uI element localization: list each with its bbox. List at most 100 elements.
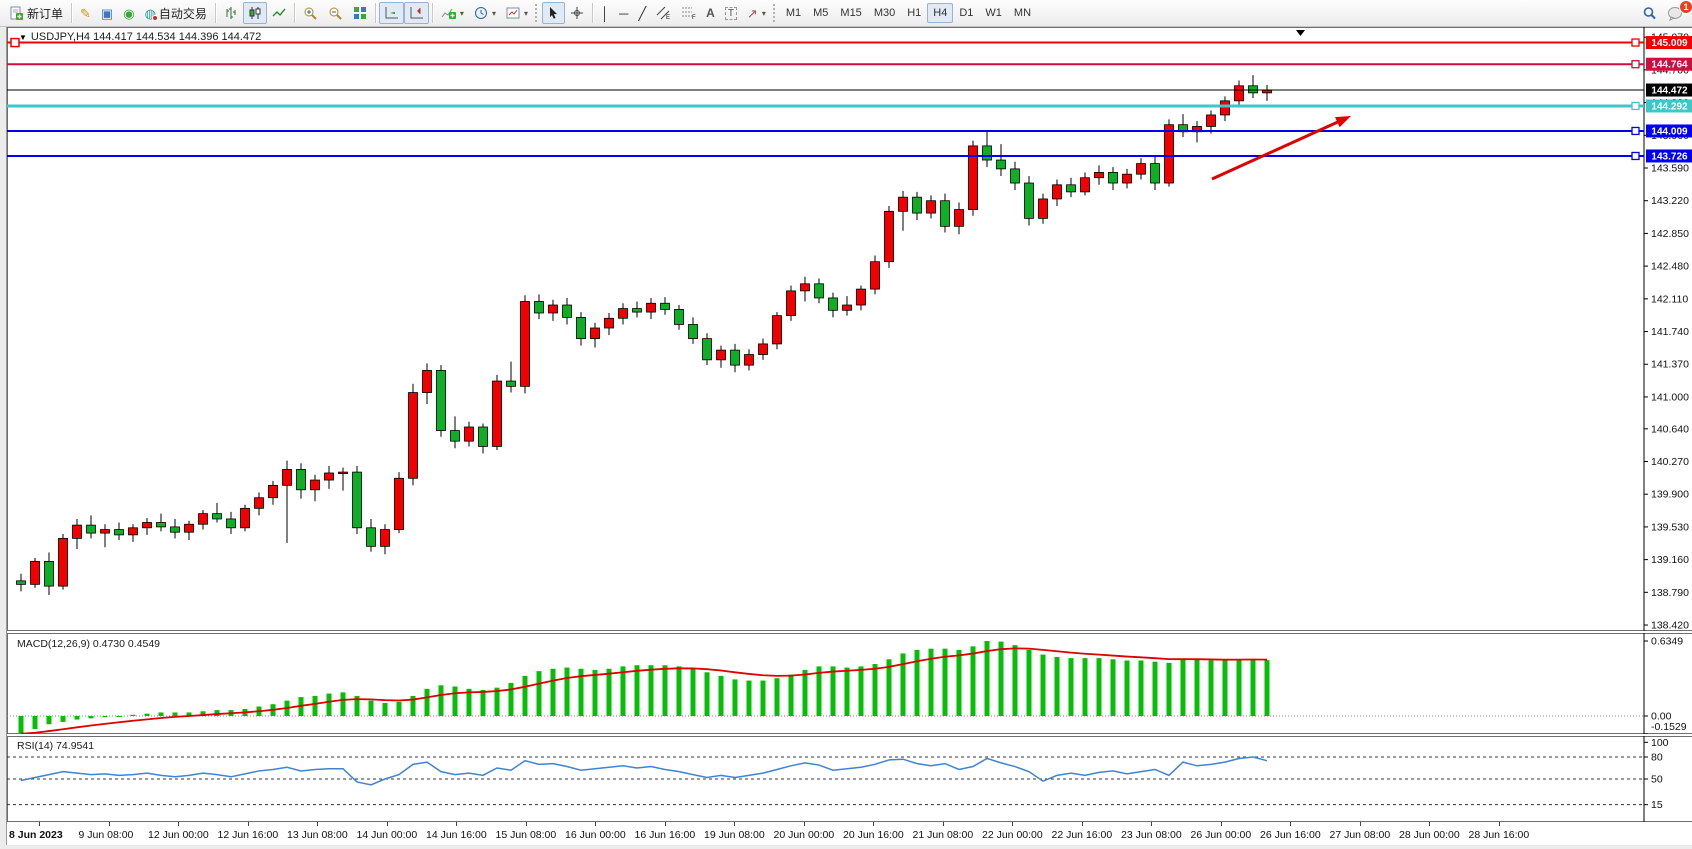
price-tick-label: 138.790 [1651,587,1689,599]
timeframe-m15[interactable]: M15 [834,3,867,23]
timeframe-d1[interactable]: D1 [953,3,979,23]
vertical-line-icon: │ [601,7,609,20]
candle-up [927,201,936,213]
search-button[interactable] [1637,2,1662,24]
macd-panel[interactable]: 0.63490.00-0.1529 [7,633,1692,734]
timeframe-h4[interactable]: H4 [927,3,953,23]
macd-tick-label: -0.1529 [1651,721,1687,733]
time-axis-label: 9 Jun 08:00 [79,829,134,841]
candle-up [605,318,614,328]
autotrading-button[interactable]: ◍ 自动交易 [140,2,212,24]
time-axis-label: 19 Jun 08:00 [704,829,765,841]
candle-up [1053,185,1062,199]
zoom-in-button[interactable] [298,2,323,24]
equidistant-channel-button[interactable]: E [651,2,676,24]
candle-up [885,211,894,261]
terminal-button[interactable]: ▣ [96,2,118,24]
chat-button[interactable]: 1 [1662,2,1688,24]
cursor-button[interactable] [542,2,565,24]
auto-scroll-icon [384,6,399,20]
toolbar-drag-handle[interactable] [773,4,776,22]
price-tick-label: 142.110 [1651,293,1688,305]
indicators-button[interactable]: ▾ [436,2,469,24]
templates-button[interactable]: ▾ [501,2,533,24]
time-axis-tick [178,822,179,826]
styler-button[interactable]: ✎ [75,2,96,24]
time-axis-label: 20 Jun 00:00 [774,829,835,841]
arrow-tools-button[interactable]: ↗▾ [742,2,771,24]
candle-down [661,303,670,309]
text-button[interactable]: A [701,2,720,24]
crosshair-button[interactable] [565,2,589,24]
candle-up [255,498,264,509]
line-chart-button[interactable] [267,2,291,24]
candle-down [1151,164,1160,183]
candlestick-chart-button[interactable] [243,2,267,24]
price-tick-label: 140.270 [1651,456,1689,468]
timeframe-m1[interactable]: M1 [780,3,807,23]
chart-context-marker-icon[interactable]: ▼ [19,33,27,42]
candle-down [115,530,124,535]
rsi-panel[interactable]: 100805015 [7,736,1692,822]
price-tick-label: 139.900 [1651,489,1689,501]
signals-button[interactable]: ◉ [118,2,139,24]
time-axis-label: 22 Jun 00:00 [982,829,1043,841]
chart-title: USDJPY,H4 144.417 144.534 144.396 144.47… [31,31,261,43]
candle-up [955,210,964,227]
price-tick-label: 140.640 [1651,423,1689,435]
timeframe-h1[interactable]: H1 [901,3,927,23]
signal-icon: ◉ [123,7,134,20]
tile-windows-button[interactable] [348,2,372,24]
time-axis-label: 16 Jun 16:00 [635,829,696,841]
candle-up [381,530,390,547]
rsi-tick-label: 80 [1651,752,1663,764]
zoom-in-icon [303,6,318,21]
time-axis-label: 26 Jun 16:00 [1260,829,1321,841]
trendline-icon: ╱ [638,7,646,20]
price-line-label: 144.009 [1651,126,1688,137]
timeframe-mn[interactable]: MN [1008,3,1037,23]
candle-down [689,324,698,338]
periods-button[interactable]: ▾ [469,2,501,24]
time-axis-tick [456,822,457,826]
time-axis-label: 23 Jun 08:00 [1121,829,1182,841]
candle-up [31,561,40,584]
auto-scroll-button[interactable] [379,2,404,24]
candle-down [227,519,236,528]
new-order-label: 新订单 [27,5,63,22]
vertical-line-button[interactable]: │ [596,2,614,24]
time-axis-tick [595,822,596,826]
timeframe-m5[interactable]: M5 [807,3,834,23]
zoom-out-button[interactable] [323,2,348,24]
time-axis-label: 21 Jun 08:00 [913,829,974,841]
fibonacci-button[interactable]: F [676,2,701,24]
timeframe-w1[interactable]: W1 [979,3,1008,23]
candle-up [619,309,628,319]
candle-up [549,305,558,313]
candle-down [1025,183,1034,218]
timeframe-m30[interactable]: M30 [868,3,901,23]
bar-chart-button[interactable] [219,2,243,24]
line-handle [1632,127,1639,134]
tile-windows-icon [353,6,367,20]
time-axis[interactable]: 8 Jun 20239 Jun 08:0012 Jun 00:0012 Jun … [7,822,1692,845]
candle-down [1109,172,1118,183]
notification-badge: 1 [1679,0,1692,14]
time-axis-tick [1221,822,1222,826]
chevron-down-icon: ▾ [492,9,496,18]
chart-shift-button[interactable] [404,2,429,24]
separator [294,3,295,23]
trendline-button[interactable]: ╱ [633,2,651,24]
candle-down [1011,169,1020,183]
candle-down [507,381,516,386]
toolbar-drag-handle[interactable] [535,4,538,22]
time-axis-tick [1151,822,1152,826]
new-order-button[interactable]: 新订单 [4,2,68,24]
time-axis-label: 16 Jun 00:00 [565,829,626,841]
candle-down [913,197,922,213]
text-label-button[interactable]: T [720,2,742,24]
time-axis-tick [1499,822,1500,826]
candle-up [325,473,334,480]
main-price-chart[interactable]: 145.070144.700144.330143.960143.590143.2… [7,27,1692,631]
horizontal-line-button[interactable]: ─ [614,2,633,24]
